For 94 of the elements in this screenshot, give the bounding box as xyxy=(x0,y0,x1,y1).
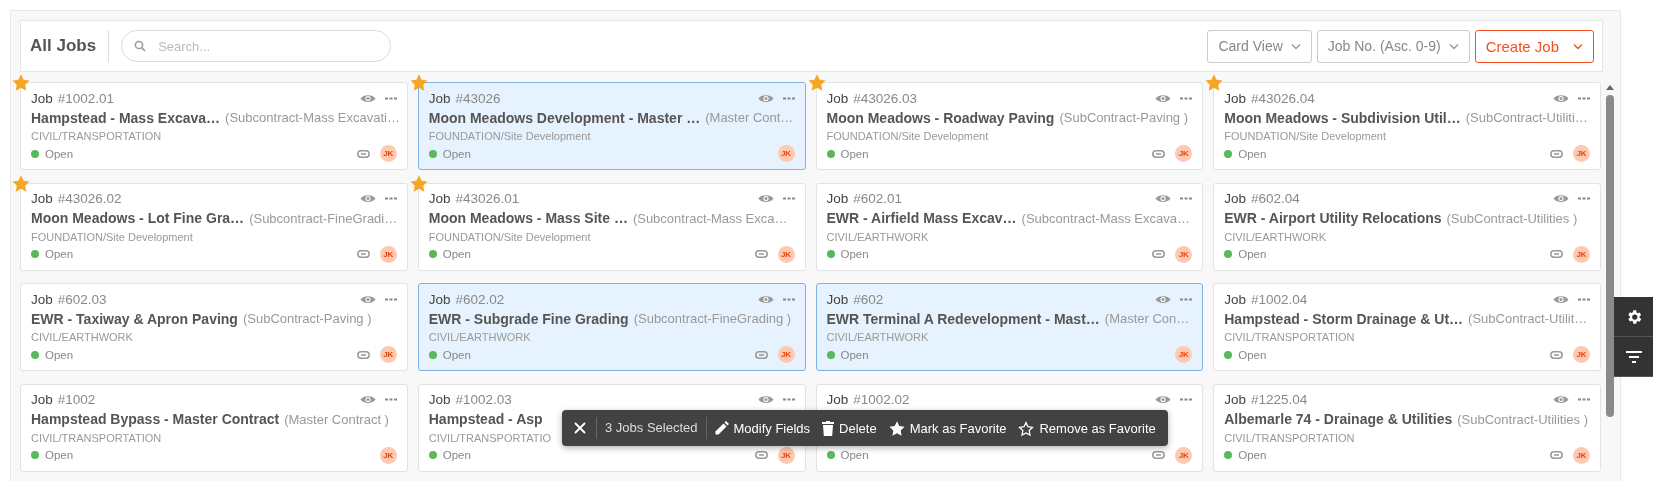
contract-type: (SubContract-Utilities ) xyxy=(1446,210,1578,226)
job-category: FOUNDATION/Site Development xyxy=(428,130,591,142)
job-title: EWR Terminal A Redevelopment - Mast… xyxy=(826,310,1100,327)
job-status: Open xyxy=(1238,147,1267,160)
job-title: Hampstead Bypass - Master Contract xyxy=(31,411,280,427)
job-title: Moon Meadows - Subdivision Util… xyxy=(1224,109,1461,126)
job-number: #1002.04 xyxy=(1251,291,1308,307)
job-category: CIVIL/TRANSPORTATION xyxy=(1224,431,1355,444)
job-title: EWR - Subgrade Fine Grading xyxy=(428,310,629,327)
job-category: CIVIL/EARTHWORK xyxy=(1224,230,1327,243)
page-title: All Jobs xyxy=(30,30,110,62)
job-category: CIVIL/TRANSPORTATION xyxy=(31,431,162,444)
job-status: Open xyxy=(45,449,74,461)
job-number: #43026.01 xyxy=(455,191,520,206)
contract-type: (Subcontract-FineGradi… xyxy=(249,210,398,226)
job-number: #1225.04 xyxy=(1251,392,1308,407)
job-status: Open xyxy=(1238,348,1267,361)
job-category: CIVIL/EARTHWORK xyxy=(826,230,929,243)
job-title: Hampstead - Mass Excava… xyxy=(31,109,221,126)
job-status: Open xyxy=(45,248,74,260)
job-label: Job xyxy=(428,392,451,407)
job-title: Moon Meadows Development - Master … xyxy=(428,109,701,126)
job-label: Job xyxy=(428,90,451,106)
job-label: Job xyxy=(31,90,53,106)
job-label: Job xyxy=(826,291,849,307)
job-label: Job xyxy=(428,191,451,206)
job-number: #43026.03 xyxy=(853,90,918,106)
job-number: #1002.01 xyxy=(57,90,115,106)
job-title: Hampstead - Asp xyxy=(428,411,543,427)
job-number: #43026 xyxy=(455,90,501,106)
job-label: Job xyxy=(31,191,53,206)
contract-type: (SubContract-Utilit… xyxy=(1468,311,1588,326)
job-category: FOUNDATION/Site Development xyxy=(428,230,591,243)
job-label: Job xyxy=(826,191,849,206)
job-label: Job xyxy=(1224,291,1247,307)
job-status: Open xyxy=(1238,449,1267,461)
job-number: #602.03 xyxy=(57,291,107,307)
job-status: Open xyxy=(442,248,471,260)
job-category: CIVIL/EARTHWORK xyxy=(31,331,133,343)
job-category: CIVIL/EARTHWORK xyxy=(826,331,929,343)
job-number: #602.01 xyxy=(853,191,903,206)
job-category: CIVIL/TRANSPORTATIO xyxy=(428,431,551,444)
job-label: Job xyxy=(1224,90,1247,106)
job-label: Job xyxy=(1224,191,1247,206)
contract-type: (Subcontract-Mass Excava… xyxy=(1021,210,1190,226)
job-number: #1002 xyxy=(57,392,96,407)
job-label: Job xyxy=(826,90,849,106)
contract-type: (Subcontract-Mass Exca… xyxy=(632,210,788,226)
contract-type: (SubContract-Paving ) xyxy=(1059,110,1189,125)
job-number: #1002.03 xyxy=(455,392,512,407)
contract-type: (Subcontract-FineGrading ) xyxy=(633,311,792,326)
job-number: #1002.02 xyxy=(853,392,910,407)
job-label: Job xyxy=(31,291,53,307)
selection-count: 3 Jobs Selected xyxy=(596,417,707,439)
contract-type: (SubContract-Utilities ) xyxy=(1457,411,1588,427)
job-status: Open xyxy=(442,348,471,361)
job-number: #602 xyxy=(853,291,884,307)
job-category: CIVIL/EARTHWORK xyxy=(428,331,531,343)
job-status: Open xyxy=(45,147,74,160)
job-title: Albemarle 74 - Drainage & Utilities xyxy=(1224,411,1453,427)
job-status: Open xyxy=(840,449,869,461)
job-label: Job xyxy=(31,392,53,407)
contract-type: (Master Contract ) xyxy=(284,411,389,427)
job-status: Open xyxy=(840,248,869,260)
job-label: Job xyxy=(428,291,451,307)
contract-type: (SubContract-Utiliti… xyxy=(1465,110,1588,125)
job-title: Moon Meadows - Roadway Paving xyxy=(826,109,1055,126)
job-status: Open xyxy=(840,348,869,361)
job-title: Moon Meadows - Mass Site … xyxy=(428,210,628,226)
job-title: EWR - Airport Utility Relocations xyxy=(1224,210,1442,226)
job-status: Open xyxy=(442,449,471,461)
job-category: CIVIL/TRANSPORTATION xyxy=(1224,331,1355,343)
job-label: Job xyxy=(826,392,849,407)
job-status: Open xyxy=(840,147,869,160)
job-number: #602.02 xyxy=(455,291,505,307)
contract-type: (Master Cont… xyxy=(705,110,794,125)
job-title: Hampstead - Storm Drainage & Ut… xyxy=(1224,310,1464,327)
job-title: EWR - Taxiway & Apron Paving xyxy=(31,310,238,327)
job-title: EWR - Airfield Mass Excav… xyxy=(826,210,1017,226)
job-number: #43026.02 xyxy=(57,191,122,206)
contract-type: (Subcontract-Mass Excavati… xyxy=(225,110,400,125)
job-label: Job xyxy=(1224,392,1247,407)
contract-type: (SubContract-Paving ) xyxy=(242,311,372,326)
job-status: Open xyxy=(45,348,74,361)
job-number: #43026.04 xyxy=(1251,90,1315,106)
job-category: FOUNDATION/Site Development xyxy=(1224,130,1387,142)
job-number: #602.04 xyxy=(1251,191,1300,206)
job-title: Moon Meadows - Lot Fine Gra… xyxy=(31,210,245,226)
job-category: FOUNDATION/Site Development xyxy=(826,130,989,142)
job-status: Open xyxy=(1238,248,1267,260)
contract-type: (Master Con… xyxy=(1104,311,1190,326)
job-category: FOUNDATION/Site Development xyxy=(31,230,193,243)
job-status: Open xyxy=(442,147,471,160)
job-category: CIVIL/TRANSPORTATION xyxy=(31,130,162,142)
